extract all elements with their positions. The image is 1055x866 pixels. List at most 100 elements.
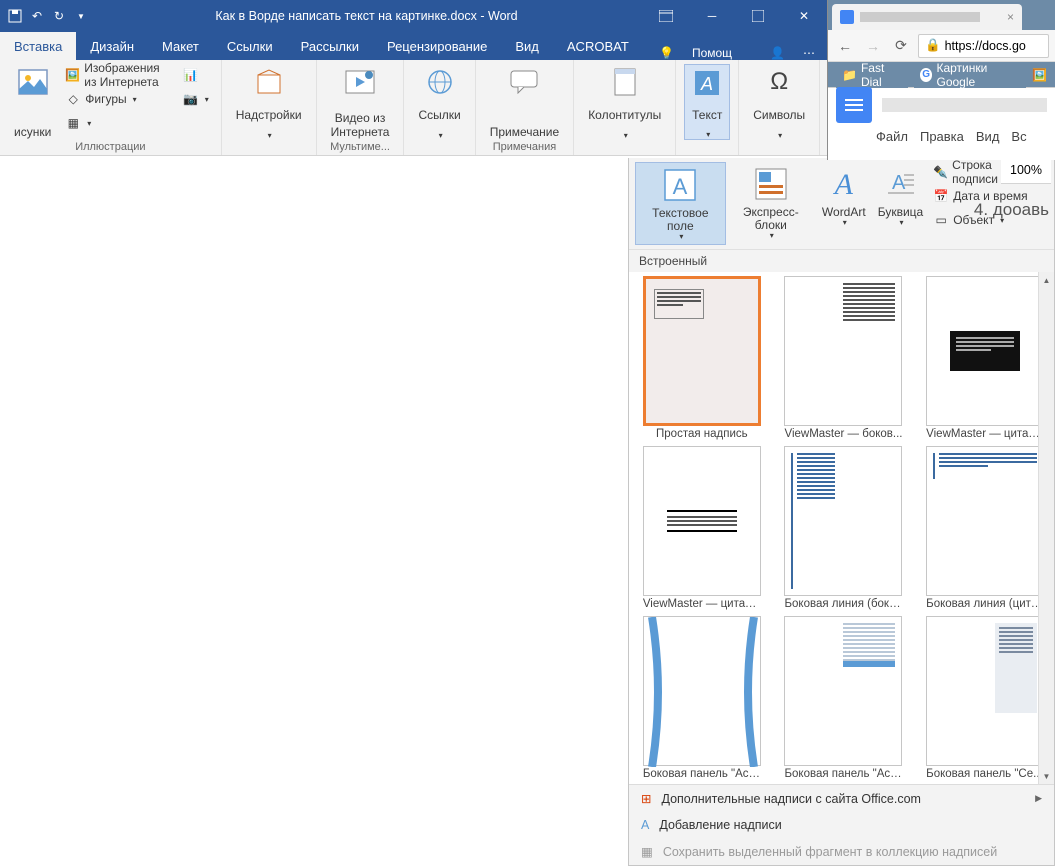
links-button[interactable]: Ссылки▾: [412, 64, 466, 140]
gallery-item[interactable]: Боковая линия (цита...: [920, 446, 1050, 610]
chevron-right-icon: ▶: [1035, 793, 1042, 804]
address-bar[interactable]: 🔒 https://docs.go: [918, 34, 1049, 58]
bookmark-more-icon[interactable]: 🖼️: [1032, 68, 1047, 82]
tab-insert[interactable]: Вставка: [0, 32, 76, 60]
google-docs-header: [828, 88, 1055, 122]
minimize-button[interactable]: ─: [689, 0, 735, 32]
chart-icon: 📊: [183, 67, 199, 83]
chart-button[interactable]: 📊: [179, 64, 213, 86]
tab-references[interactable]: Ссылки: [213, 32, 287, 60]
maximize-button[interactable]: [735, 0, 781, 32]
link-icon: [424, 66, 456, 98]
textbox-icon: A: [660, 165, 700, 205]
tab-mailings[interactable]: Рассылки: [287, 32, 373, 60]
office-icon: ⊞: [641, 791, 651, 806]
document-area[interactable]: [0, 156, 630, 858]
doc-title-placeholder[interactable]: [882, 98, 1047, 112]
bookmark-google-images[interactable]: GКартинки Google: [914, 62, 1026, 88]
online-video-button[interactable]: Видео из Интернета: [325, 64, 396, 140]
undo-icon[interactable]: ↶: [28, 7, 46, 25]
group-comments: Примечания: [493, 141, 557, 155]
tell-me-text[interactable]: Помощ: [692, 46, 732, 60]
tab-review[interactable]: Рецензирование: [373, 32, 501, 60]
back-button[interactable]: ←: [834, 35, 856, 57]
url-text: https://docs.go: [945, 39, 1026, 53]
calendar-icon: 📅: [933, 188, 949, 204]
comment-icon: [508, 66, 540, 98]
chrome-toolbar: ← → ⟳ 🔒 https://docs.go: [828, 30, 1055, 62]
signature-icon: ✒️: [933, 164, 948, 180]
gallery-item[interactable]: Боковая линия (боко...: [779, 446, 909, 610]
tab-layout[interactable]: Макет: [148, 32, 213, 60]
close-button[interactable]: ✕: [781, 0, 827, 32]
header-footer-button[interactable]: Колонтитулы▾: [582, 64, 667, 140]
gallery-item[interactable]: ViewMaster — боков...: [779, 276, 909, 440]
more-from-office-button[interactable]: ⊞ Дополнительные надписи с сайта Office.…: [629, 785, 1054, 812]
gallery-item-simple-textbox[interactable]: Простая надпись: [637, 276, 767, 440]
text-button[interactable]: A Текст▾: [684, 64, 730, 140]
gallery-item[interactable]: ViewMaster — цитата...: [920, 276, 1050, 440]
tell-me-icon[interactable]: 💡: [659, 46, 674, 60]
group-illustrations: Иллюстрации: [75, 141, 145, 155]
ribbon: исунки 🖼️Изображения из Интернета ◇Фигур…: [0, 60, 827, 156]
addins-button[interactable]: Надстройки▾: [230, 64, 308, 140]
chrome-window: × ← → ⟳ 🔒 https://docs.go 📁Fast Dial GКа…: [827, 0, 1055, 160]
pictures-button[interactable]: исунки: [8, 64, 57, 140]
omega-icon: Ω: [763, 66, 795, 98]
gallery-item[interactable]: Боковая панель "Асп...: [637, 616, 767, 780]
express-blocks-icon: [751, 164, 791, 204]
gallery-scrollbar[interactable]: ▲ ▼: [1038, 272, 1054, 784]
scroll-up-icon[interactable]: ▲: [1039, 272, 1054, 288]
smartart-button[interactable]: ▦▾: [61, 112, 164, 134]
video-icon: [344, 66, 376, 98]
wordart-dropdown[interactable]: A WordArt▾: [816, 162, 872, 245]
forward-button[interactable]: →: [862, 35, 884, 57]
tab-close-icon[interactable]: ×: [1007, 10, 1014, 24]
share-icon[interactable]: ⋯: [803, 46, 815, 60]
tab-design[interactable]: Дизайн: [76, 32, 148, 60]
screenshot-icon: 📷: [183, 91, 199, 107]
gallery-item[interactable]: ViewMaster — цитата...: [637, 446, 767, 610]
menu-file[interactable]: Файл: [876, 129, 908, 144]
textbox-small-icon: A: [641, 818, 649, 832]
menu-view[interactable]: Вид: [976, 129, 1000, 144]
menu-edit[interactable]: Правка: [920, 129, 964, 144]
symbols-button[interactable]: Ω Символы▾: [747, 64, 811, 140]
google-icon: G: [920, 68, 933, 82]
ribbon-display-icon[interactable]: [643, 0, 689, 32]
zoom-level[interactable]: 100%: [1001, 156, 1051, 184]
window-controls: ─ ✕: [643, 0, 827, 32]
lock-icon: 🔒: [925, 38, 941, 53]
header-footer-icon: [609, 66, 641, 98]
tab-acrobat[interactable]: ACROBAT: [553, 32, 643, 60]
draw-textbox-button[interactable]: A Добавление надписи: [629, 812, 1054, 838]
menu-insert[interactable]: Вс: [1011, 129, 1026, 144]
dropcap-dropdown[interactable]: A Буквица▾: [872, 162, 930, 245]
google-docs-icon[interactable]: [836, 87, 872, 123]
chrome-tabstrip: ×: [828, 0, 1055, 30]
qat-dropdown-icon[interactable]: ▼: [72, 7, 90, 25]
gallery-item[interactable]: Боковая панель "Се...: [920, 616, 1050, 780]
store-icon: [253, 66, 285, 98]
textbox-dropdown[interactable]: A Текстовое поле▾: [635, 162, 726, 245]
shapes-icon: ◇: [65, 91, 81, 107]
redo-icon[interactable]: ↻: [50, 7, 68, 25]
svg-text:A: A: [892, 172, 906, 194]
save-icon[interactable]: [6, 7, 24, 25]
bookmark-fastdial[interactable]: 📁Fast Dial: [836, 62, 908, 88]
online-images-button[interactable]: 🖼️Изображения из Интернета: [61, 64, 164, 86]
account-icon[interactable]: 👤: [770, 46, 785, 60]
reload-button[interactable]: ⟳: [890, 35, 912, 57]
shapes-button[interactable]: ◇Фигуры▾: [61, 88, 164, 110]
tab-view[interactable]: Вид: [501, 32, 553, 60]
chrome-tab[interactable]: ×: [832, 4, 1022, 30]
smartart-icon: ▦: [65, 115, 81, 131]
screenshot-button[interactable]: 📷▾: [179, 88, 213, 110]
comment-button[interactable]: Примечание: [484, 64, 565, 140]
express-blocks-dropdown[interactable]: Экспресс-блоки▾: [726, 162, 816, 245]
save-selection-button[interactable]: ▦ Сохранить выделенный фрагмент в коллек…: [629, 838, 1054, 865]
gallery-footer: ⊞ Дополнительные надписи с сайта Office.…: [629, 784, 1054, 865]
gallery-item[interactable]: Боковая панель "Асп...: [779, 616, 909, 780]
scroll-down-icon[interactable]: ▼: [1039, 768, 1054, 784]
tab-title: [860, 12, 980, 22]
